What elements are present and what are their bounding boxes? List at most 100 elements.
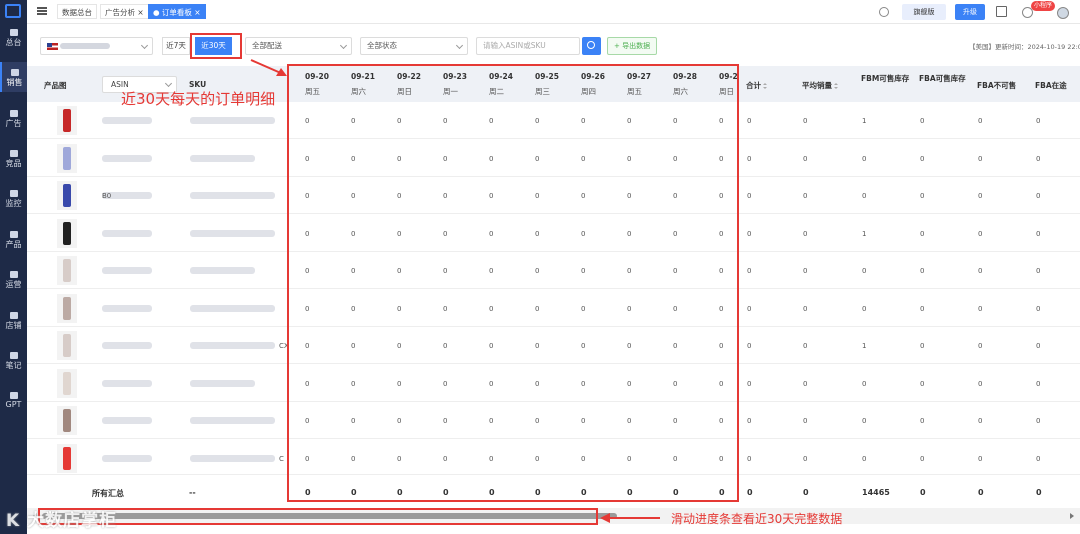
status-select[interactable]: 全部状态 — [360, 37, 468, 55]
sidebar-item-stores[interactable]: 店铺 — [0, 305, 27, 335]
product-thumbnail[interactable] — [57, 218, 77, 248]
col-header-weekday: 周三 — [535, 87, 550, 96]
sidebar-item-ads[interactable]: 广告 — [0, 103, 27, 133]
sidebar-item-monitor[interactable]: 监控 — [0, 183, 27, 213]
scroll-right-icon[interactable] — [1070, 513, 1077, 519]
daily-order-cell: 0 — [351, 454, 356, 463]
daily-order-cell: 0 — [673, 454, 678, 463]
product-thumbnail[interactable] — [57, 406, 77, 435]
stock-cell: 0 — [1036, 342, 1041, 350]
daily-order-cell: 0 — [489, 304, 494, 313]
chevron-down-icon — [164, 79, 173, 88]
horizontal-scrollbar[interactable] — [27, 508, 1080, 524]
daily-order-cell: 0 — [443, 342, 448, 350]
stock-cell: 0 — [1036, 117, 1041, 125]
daily-order-cell: 0 — [673, 267, 678, 275]
stock-cell: 0 — [803, 154, 808, 163]
table-row[interactable]: 0 0 0 0 0 0 0 0 0 0 0 0 0 0 0 0 — [27, 252, 1080, 289]
search-input[interactable]: 请输入ASIN或SKU — [476, 37, 580, 55]
col-header-total[interactable]: 合计 — [746, 80, 767, 91]
daily-order-cell: 0 — [535, 154, 540, 163]
table-row[interactable]: 0 0 0 0 0 0 0 0 0 0 0 0 0 0 0 0 — [27, 139, 1080, 177]
table-body: 0 0 0 0 0 0 0 0 0 0 0 0 1 0 0 0 0 0 0 0 0 0 0 0 0 0 0 0 0 0 0 0 B0 0 0 0 0 0 0… — [27, 102, 1080, 477]
range-30-days-button[interactable]: 近30天 — [195, 37, 232, 55]
store-select[interactable] — [40, 37, 153, 55]
stock-cell: 0 — [803, 229, 808, 238]
scrollbar-thumb[interactable] — [42, 513, 617, 519]
smiley-icon[interactable] — [879, 7, 889, 17]
menu-icon[interactable] — [37, 7, 47, 15]
daily-order-cell: 0 — [719, 192, 724, 200]
avatar[interactable] — [1057, 7, 1069, 19]
stock-cell: 0 — [978, 117, 983, 125]
daily-order-cell: 0 — [443, 379, 448, 388]
table-row[interactable]: B0 0 0 0 0 0 0 0 0 0 0 0 0 0 0 0 0 — [27, 177, 1080, 214]
stock-cell: 0 — [747, 117, 752, 125]
product-thumbnail[interactable] — [57, 443, 77, 473]
shipping-select[interactable]: 全部配送 — [245, 37, 352, 55]
sidebar-item-competitors[interactable]: 竞品 — [0, 143, 27, 173]
stock-cell: 0 — [862, 154, 867, 163]
tab-ad-analysis[interactable]: 广告分析 × — [100, 4, 149, 19]
stock-cell: 0 — [803, 454, 808, 463]
daily-order-cell: 0 — [443, 304, 448, 313]
sku-fragment: CX — [279, 342, 289, 350]
tab-order-board[interactable]: ● 订单看板 × — [148, 4, 206, 19]
daily-order-cell: 0 — [673, 154, 678, 163]
table-row[interactable]: 0 0 0 0 0 0 0 0 0 0 0 0 0 0 0 0 — [27, 402, 1080, 439]
product-thumbnail[interactable] — [57, 293, 77, 323]
asin-redacted — [102, 379, 152, 387]
sidebar-item-sales[interactable]: 销售 — [0, 62, 27, 92]
product-thumbnail[interactable] — [57, 181, 77, 210]
daily-order-cell: 0 — [581, 304, 586, 313]
search-button[interactable] — [582, 37, 601, 55]
product-thumbnail[interactable] — [57, 256, 77, 285]
sidebar-item-operations[interactable]: 运营 — [0, 264, 27, 294]
stock-cell: 0 — [920, 304, 925, 313]
product-image — [63, 409, 71, 432]
ads-icon — [9, 110, 18, 117]
table-row[interactable]: C 0 0 0 0 0 0 0 0 0 0 0 0 0 0 0 0 — [27, 439, 1080, 477]
stock-cell: 0 — [803, 192, 808, 200]
daily-order-cell: 0 — [581, 342, 586, 350]
export-button[interactable]: + 导出数据 — [607, 37, 658, 55]
daily-order-cell: 0 — [351, 267, 356, 275]
table-row[interactable]: CX 0 0 0 0 0 0 0 0 0 0 0 0 1 0 0 0 — [27, 327, 1080, 364]
flagship-button[interactable]: 旗舰版 — [902, 4, 946, 20]
summary-cell: 0 — [305, 488, 311, 497]
sidebar-item-notes[interactable]: 笔记 — [0, 345, 27, 375]
product-thumbnail[interactable] — [57, 368, 77, 398]
sidebar-item-gpt[interactable]: GPT — [0, 385, 27, 415]
filter-bar: 近7天 近30天 全部配送 全部状态 请输入ASIN或SKU + 导出数据 【美… — [27, 24, 1080, 66]
sidebar-item-dashboard[interactable]: 总台 — [0, 22, 27, 52]
stock-cell: 0 — [978, 229, 983, 238]
daily-order-cell: 0 — [305, 192, 310, 200]
daily-order-cell: 0 — [489, 417, 494, 425]
col-header-date: 09-27 — [627, 72, 651, 81]
sku-redacted — [190, 192, 275, 199]
range-7-days-button[interactable]: 近7天 — [162, 37, 190, 55]
table-row[interactable]: 0 0 0 0 0 0 0 0 0 0 0 0 1 0 0 0 — [27, 214, 1080, 252]
daily-order-cell: 0 — [489, 379, 494, 388]
tab-data-dashboard[interactable]: 数据总台 — [57, 4, 97, 19]
daily-order-cell: 0 — [489, 454, 494, 463]
document-icon[interactable] — [996, 6, 1007, 17]
daily-order-cell: 0 — [627, 267, 632, 275]
col-header-weekday: 周日 — [719, 87, 734, 96]
daily-order-cell: 0 — [673, 304, 678, 313]
sidebar-item-products[interactable]: 产品 — [0, 224, 27, 254]
daily-order-cell: 0 — [351, 117, 356, 125]
upgrade-button[interactable]: 升级 — [955, 4, 985, 20]
product-thumbnail[interactable] — [57, 106, 77, 135]
stock-cell: 0 — [747, 379, 752, 388]
store-name-redacted — [60, 43, 111, 49]
col-header-date: 09-23 — [443, 72, 467, 81]
table-row[interactable]: 0 0 0 0 0 0 0 0 0 0 0 0 0 0 0 0 — [27, 364, 1080, 402]
chevron-down-icon — [455, 41, 464, 50]
col-header-avg-sales[interactable]: 平均销量 — [802, 80, 838, 91]
top-bar: 数据总台 广告分析 × ● 订单看板 × 旗舰版 升级 小程序 — [27, 0, 1080, 24]
product-thumbnail[interactable] — [57, 331, 77, 360]
summary-cell: 0 — [803, 488, 809, 497]
table-row[interactable]: 0 0 0 0 0 0 0 0 0 0 0 0 0 0 0 0 — [27, 289, 1080, 327]
product-thumbnail[interactable] — [57, 143, 77, 173]
